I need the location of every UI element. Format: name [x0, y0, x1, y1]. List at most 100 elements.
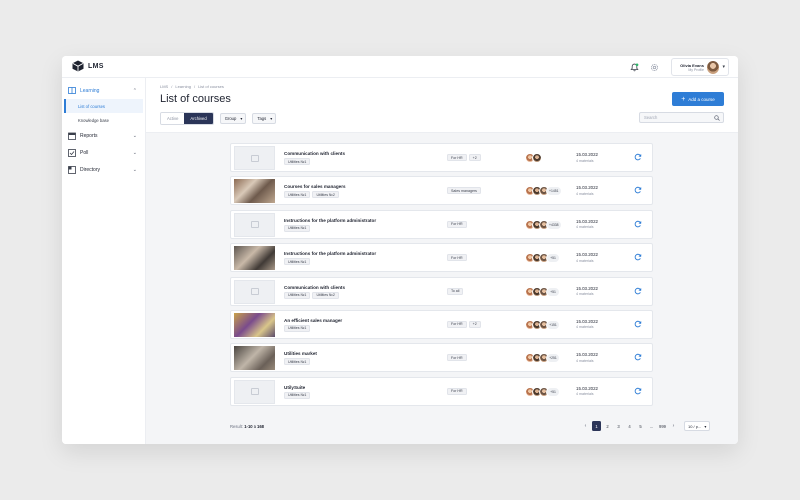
group-filter-dropdown[interactable]: Group ▾	[219, 113, 247, 124]
logo-text: LMS	[88, 62, 104, 70]
course-row[interactable]: UtilySuite Utilities №1 For HR +51 15.03.202…	[230, 376, 653, 406]
folder-icon	[68, 165, 76, 174]
course-title[interactable]: UtilySuite	[284, 385, 305, 390]
bell-icon	[629, 62, 639, 71]
sidebar-item-list-of-courses[interactable]: List of courses	[64, 99, 143, 113]
course-title[interactable]: Instructions for the platform administra…	[284, 251, 376, 256]
page-size-select[interactable]: 10 / p... ▾	[684, 421, 711, 431]
course-row[interactable]: Instructions for the platform administra…	[230, 243, 653, 273]
calendar-icon	[68, 132, 76, 140]
settings-button[interactable]	[648, 61, 660, 73]
restore-icon[interactable]	[634, 287, 642, 295]
prev-page-button[interactable]: ‹	[581, 421, 590, 431]
materials-count: 4 materials	[576, 358, 594, 363]
participants: +251	[525, 353, 560, 364]
notifications-button[interactable]	[628, 61, 640, 73]
sidebar-group-label: Directory	[80, 166, 101, 173]
participants: +51	[525, 253, 560, 264]
course-row[interactable]: Communication with clients Utilities №1 Ut…	[230, 276, 653, 306]
cube-logo-icon	[72, 60, 84, 72]
tags-filter-dropdown[interactable]: Tags ▾	[252, 113, 277, 124]
course-date: 15.03.2022	[576, 318, 598, 324]
group-badge: For HR	[447, 320, 467, 328]
course-row[interactable]: Utilities market Utilities №1 For HR +251 15…	[230, 343, 653, 373]
course-title[interactable]: Instructions for the platform administra…	[284, 218, 376, 223]
restore-icon[interactable]	[634, 186, 642, 194]
sidebar-group-learning[interactable]: Learning ⌃	[62, 82, 145, 99]
sidebar-group-directory[interactable]: Directory ⌄	[62, 161, 145, 178]
chevron-down-icon: ▾	[270, 116, 273, 121]
page-button[interactable]: 999	[658, 421, 667, 431]
page-title: List of courses	[160, 93, 231, 105]
course-tag: Utilities №1	[284, 158, 311, 165]
search-placeholder: Search	[644, 115, 658, 120]
course-title[interactable]: Communication with clients	[284, 285, 345, 290]
course-title[interactable]: Communication with clients	[284, 151, 345, 156]
page-button[interactable]: 1	[592, 421, 601, 431]
add-course-button[interactable]: + Add a course	[672, 92, 724, 106]
restore-icon[interactable]	[634, 320, 642, 328]
image-placeholder	[234, 379, 275, 404]
course-row[interactable]: An efficient sales manager Utilities №1 Fo…	[230, 309, 653, 339]
sidebar-item-knowledge-base[interactable]: Knowledge base	[62, 113, 145, 127]
chevron-down-icon: ▾	[704, 423, 707, 429]
course-date: 15.03.2022	[576, 252, 598, 258]
next-page-button[interactable]: ›	[669, 421, 678, 431]
course-date: 15.03.2022	[576, 285, 598, 291]
course-title[interactable]: Courses for sales managers	[284, 184, 346, 189]
participants: +51	[525, 386, 560, 397]
participants: +51	[525, 286, 560, 297]
breadcrumb-current: List of courses	[198, 84, 224, 89]
chevron-down-icon: ⌄	[132, 149, 137, 156]
materials-count: 4 materials	[576, 225, 594, 230]
main-content: LMS / Learning / List of courses List of…	[146, 78, 738, 444]
result-label: Result:	[230, 424, 244, 429]
restore-icon[interactable]	[634, 353, 642, 361]
page-size-value: 10 / p...	[688, 423, 702, 429]
page-button[interactable]: 4	[625, 421, 634, 431]
course-row[interactable]: Instructions for the platform administra…	[230, 209, 653, 239]
course-cover-image	[234, 179, 275, 204]
sidebar-group-poll[interactable]: Poll ⌄	[62, 144, 145, 161]
tab-active[interactable]: Active	[161, 113, 185, 124]
restore-icon[interactable]	[634, 220, 642, 228]
sidebar-group-reports[interactable]: Reports ⌄	[62, 127, 145, 144]
breadcrumb-separator: /	[193, 84, 196, 89]
breadcrumb-item[interactable]: Learning	[175, 84, 191, 89]
course-date: 15.03.2022	[576, 185, 598, 191]
course-title[interactable]: An efficient sales manager	[284, 318, 342, 323]
participants-count-badge: +51	[546, 253, 560, 264]
group-badge: For HR	[447, 154, 467, 161]
sidebar-group-label: Learning	[80, 87, 100, 94]
participants	[525, 153, 542, 163]
sidebar-group-label: Reports	[80, 132, 98, 139]
page-button[interactable]: 5	[636, 421, 645, 431]
restore-icon[interactable]	[634, 387, 642, 395]
restore-icon[interactable]	[634, 253, 642, 261]
page-button[interactable]: 3	[614, 421, 623, 431]
participants-count-badge: +51	[546, 386, 560, 397]
page-button[interactable]: 2	[603, 421, 612, 431]
tags-filter-label: Tags	[257, 116, 267, 121]
tab-archived[interactable]: Archived	[184, 113, 213, 124]
more-groups-badge: +2	[468, 320, 481, 328]
restore-icon[interactable]	[634, 153, 642, 161]
avatar	[706, 60, 720, 74]
group-filter-label: Group	[224, 116, 237, 121]
participants: +1451	[525, 186, 562, 197]
breadcrumb-item[interactable]: LMS	[160, 84, 168, 89]
logo[interactable]: LMS	[72, 60, 104, 72]
plus-icon: +	[681, 95, 686, 103]
search-input[interactable]: Search	[639, 112, 724, 123]
profile-menu[interactable]: Olivia Evans My Profile ▾	[671, 58, 729, 76]
course-tag: Utilities №1	[284, 391, 311, 399]
course-title[interactable]: Utilities market	[284, 351, 317, 356]
course-row[interactable]: Courses for sales managers Utilities №1 Ut…	[230, 176, 653, 206]
group-badge: For HR	[447, 220, 467, 228]
course-row[interactable]: Communication with clients Utilities №1 Fo…	[230, 143, 653, 172]
materials-count: 4 materials	[576, 292, 594, 297]
course-date: 15.03.2022	[576, 152, 598, 157]
top-bar: LMS Olivia Evans My Profile ▾	[62, 56, 738, 78]
course-date: 15.03.2022	[576, 352, 598, 358]
course-tag: Utilities №2	[312, 191, 339, 199]
